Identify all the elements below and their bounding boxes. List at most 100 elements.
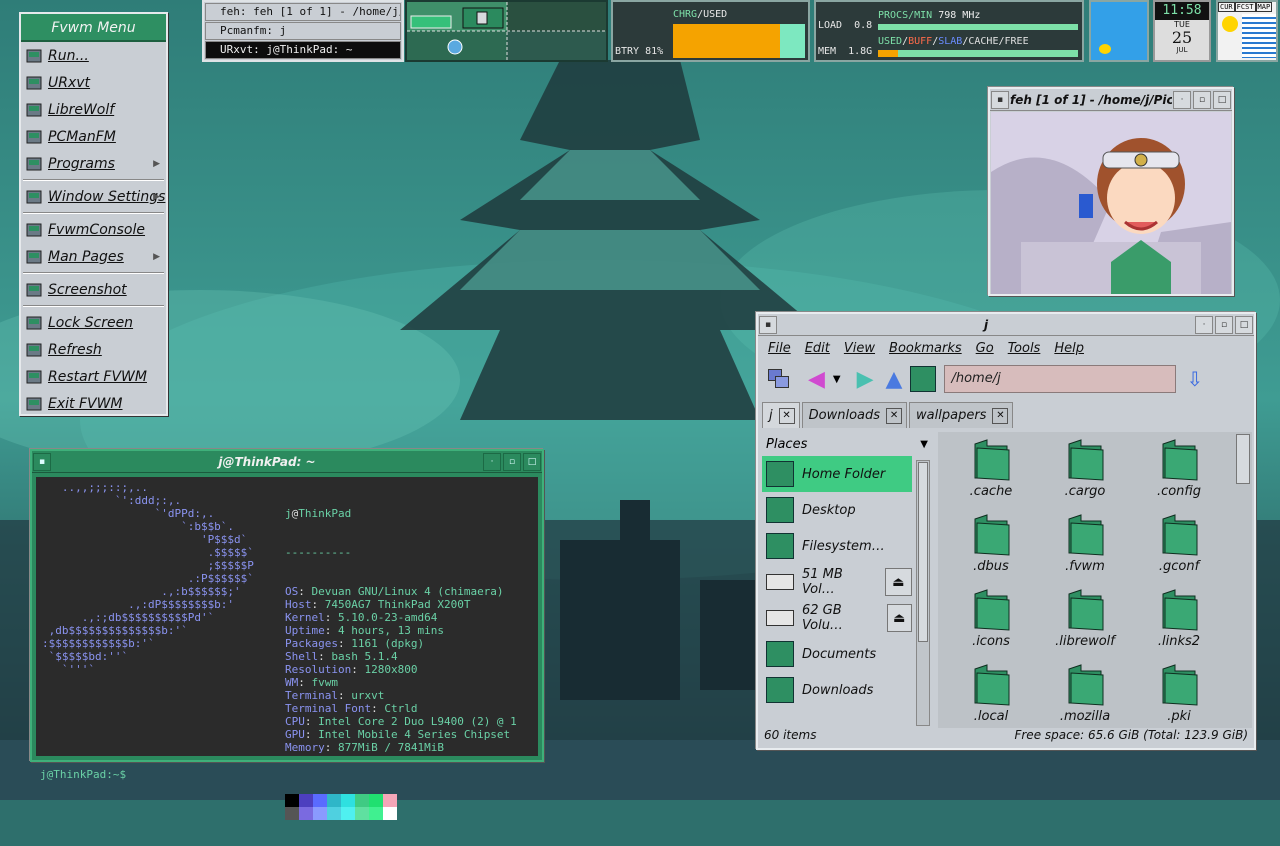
fm-titlebar[interactable]: ▪ j · ▫ □ — [758, 314, 1254, 336]
minimize-button[interactable]: · — [483, 452, 501, 471]
forward-arrow-icon[interactable]: ▶ — [857, 367, 874, 392]
file-item[interactable]: .config — [1134, 436, 1224, 508]
file-item[interactable]: .dbus — [946, 511, 1036, 583]
menu-item[interactable]: Restart FVWM — [21, 363, 166, 390]
neofetch-rule: ---------- — [285, 546, 352, 559]
place-label: Home Folder — [802, 466, 886, 482]
terminal-window[interactable]: ▪ j@ThinkPad: ~ · ▫ □ ..,,;;;::;,.. `':d… — [30, 449, 544, 820]
fm-menubar: File Edit View Bookmarks Go Tools Help — [758, 336, 1254, 360]
feh-titlebar[interactable]: ▪ feh [1 of 1] - /home/j/Pict · ▫ □ — [990, 89, 1232, 111]
minimize-button[interactable]: · — [1195, 315, 1213, 334]
menu-go[interactable]: Go — [976, 341, 994, 356]
maximize-button[interactable]: □ — [1213, 90, 1231, 109]
eject-icon[interactable]: ⏏ — [884, 568, 912, 596]
mem-value: 1.8G — [848, 46, 873, 57]
minimize-button[interactable]: · — [1173, 90, 1191, 109]
task-feh[interactable]: feh: feh [1 of 1] - /home/j/Pi — [205, 3, 401, 21]
camera-icon — [25, 282, 43, 298]
place-item[interactable]: Desktop — [762, 492, 912, 528]
tab-wallpapers[interactable]: wallpapers ✕ — [909, 402, 1014, 428]
place-item[interactable]: Documents — [762, 636, 912, 672]
places-dropdown-icon[interactable]: ▼ — [920, 439, 928, 450]
weather-tab-map[interactable]: MAP — [1255, 2, 1273, 12]
neofetch-line: GPU: Intel Mobile 4 Series Chipset — [285, 728, 511, 741]
neofetch-user: j — [285, 507, 292, 520]
shell-prompt[interactable]: j@ThinkPad:~$ — [40, 768, 126, 781]
terminal-output[interactable]: ..,,;;;::;,.. `':ddd;:,. `'dPPd:,. `:b$$… — [36, 477, 538, 820]
restart-icon — [25, 369, 43, 385]
new-window-icon[interactable] — [766, 367, 792, 391]
menu-edit[interactable]: Edit — [805, 341, 830, 356]
place-item[interactable]: 62 GB Volu… ⏏ — [762, 600, 912, 636]
file-manager-window[interactable]: ▪ j · ▫ □ File Edit View Bookmarks Go Tools He… — [756, 312, 1256, 750]
eject-icon[interactable]: ⏏ — [886, 604, 912, 632]
menu-items: Run... URxvt LibreWolf PCManFM Programs ▶ Wind… — [21, 42, 166, 417]
place-item[interactable]: Home Folder — [762, 456, 912, 492]
menu-item[interactable]: PCManFM — [21, 123, 166, 150]
maximize-button[interactable]: □ — [1235, 315, 1253, 334]
file-item[interactable]: .fvwm — [1040, 511, 1130, 583]
home-folder-icon[interactable] — [910, 366, 937, 392]
weather-tab-fcst[interactable]: FCST — [1234, 2, 1256, 12]
grid-scrollbar[interactable] — [1236, 434, 1250, 484]
menu-item[interactable]: Screenshot — [21, 276, 166, 303]
window-menu-button[interactable]: ▪ — [33, 452, 51, 471]
battery-percent: 81% — [645, 46, 664, 57]
menu-item[interactable]: Refresh — [21, 336, 166, 363]
iconify-button[interactable]: ▫ — [503, 452, 521, 471]
menu-tools[interactable]: Tools — [1008, 341, 1041, 356]
desktop-pager[interactable] — [405, 0, 608, 62]
file-item[interactable]: .cargo — [1040, 436, 1130, 508]
file-item[interactable]: .gconf — [1134, 511, 1224, 583]
menu-help[interactable]: Help — [1054, 341, 1084, 356]
history-dropdown-icon[interactable]: ▼ — [833, 374, 841, 385]
file-item[interactable]: .local — [946, 661, 1036, 728]
menu-item[interactable]: Man Pages ▶ — [21, 243, 166, 270]
weather-tab-cur[interactable]: CUR — [1218, 2, 1235, 12]
close-tab-icon[interactable]: ✕ — [778, 407, 795, 424]
menu-item[interactable]: LibreWolf — [21, 96, 166, 123]
terminal-icon — [25, 75, 43, 91]
menu-bookmarks[interactable]: Bookmarks — [889, 341, 962, 356]
menu-file[interactable]: File — [768, 341, 791, 356]
menu-separator — [23, 179, 164, 181]
menu-view[interactable]: View — [844, 341, 875, 356]
path-bar[interactable]: /home/j — [944, 365, 1177, 393]
menu-item[interactable]: Exit FVWM — [21, 390, 166, 417]
menu-item[interactable]: Run... — [21, 42, 166, 69]
menu-item[interactable]: Window Settings ▶ — [21, 183, 166, 210]
file-item[interactable]: .cache — [946, 436, 1036, 508]
window-menu-button[interactable]: ▪ — [759, 315, 777, 334]
task-pcmanfm[interactable]: Pcmanfm: j — [205, 22, 401, 40]
file-item[interactable]: .icons — [946, 586, 1036, 658]
tab-Downloads[interactable]: Downloads ✕ — [801, 402, 908, 428]
go-icon[interactable]: ⇩ — [1186, 367, 1203, 391]
up-arrow-icon[interactable]: ▲ — [886, 367, 903, 392]
file-item[interactable]: .mozilla — [1040, 661, 1130, 728]
back-arrow-icon[interactable]: ◀ — [808, 367, 825, 392]
palette-swatch — [299, 807, 313, 820]
place-item[interactable]: 51 MB Vol… ⏏ — [762, 564, 912, 600]
menu-item-label: Exit FVWM — [48, 395, 123, 412]
terminal-titlebar[interactable]: ▪ j@ThinkPad: ~ · ▫ □ — [32, 451, 542, 473]
close-tab-icon[interactable]: ✕ — [992, 407, 1009, 424]
menu-item[interactable]: URxvt — [21, 69, 166, 96]
iconify-button[interactable]: ▫ — [1193, 90, 1211, 109]
tab-j[interactable]: j ✕ — [762, 402, 800, 428]
iconify-button[interactable]: ▫ — [1215, 315, 1233, 334]
file-item[interactable]: .librewolf — [1040, 586, 1130, 658]
maximize-button[interactable]: □ — [523, 452, 541, 471]
place-item[interactable]: Filesystem… — [762, 528, 912, 564]
window-menu-button[interactable]: ▪ — [991, 90, 1009, 109]
feh-window[interactable]: ▪ feh [1 of 1] - /home/j/Pict · ▫ □ — [988, 87, 1234, 296]
menu-item[interactable]: Programs ▶ — [21, 150, 166, 177]
close-tab-icon[interactable]: ✕ — [886, 407, 903, 424]
file-item[interactable]: .pki — [1134, 661, 1224, 728]
file-item[interactable]: .links2 — [1134, 586, 1224, 658]
menu-item[interactable]: FvwmConsole — [21, 216, 166, 243]
palette-swatch — [327, 807, 341, 820]
task-urxvt[interactable]: URxvt: j@ThinkPad: ~ — [205, 41, 401, 59]
menu-item[interactable]: Lock Screen — [21, 309, 166, 336]
sidebar-scrollbar[interactable] — [916, 460, 930, 726]
place-item[interactable]: Downloads — [762, 672, 912, 708]
